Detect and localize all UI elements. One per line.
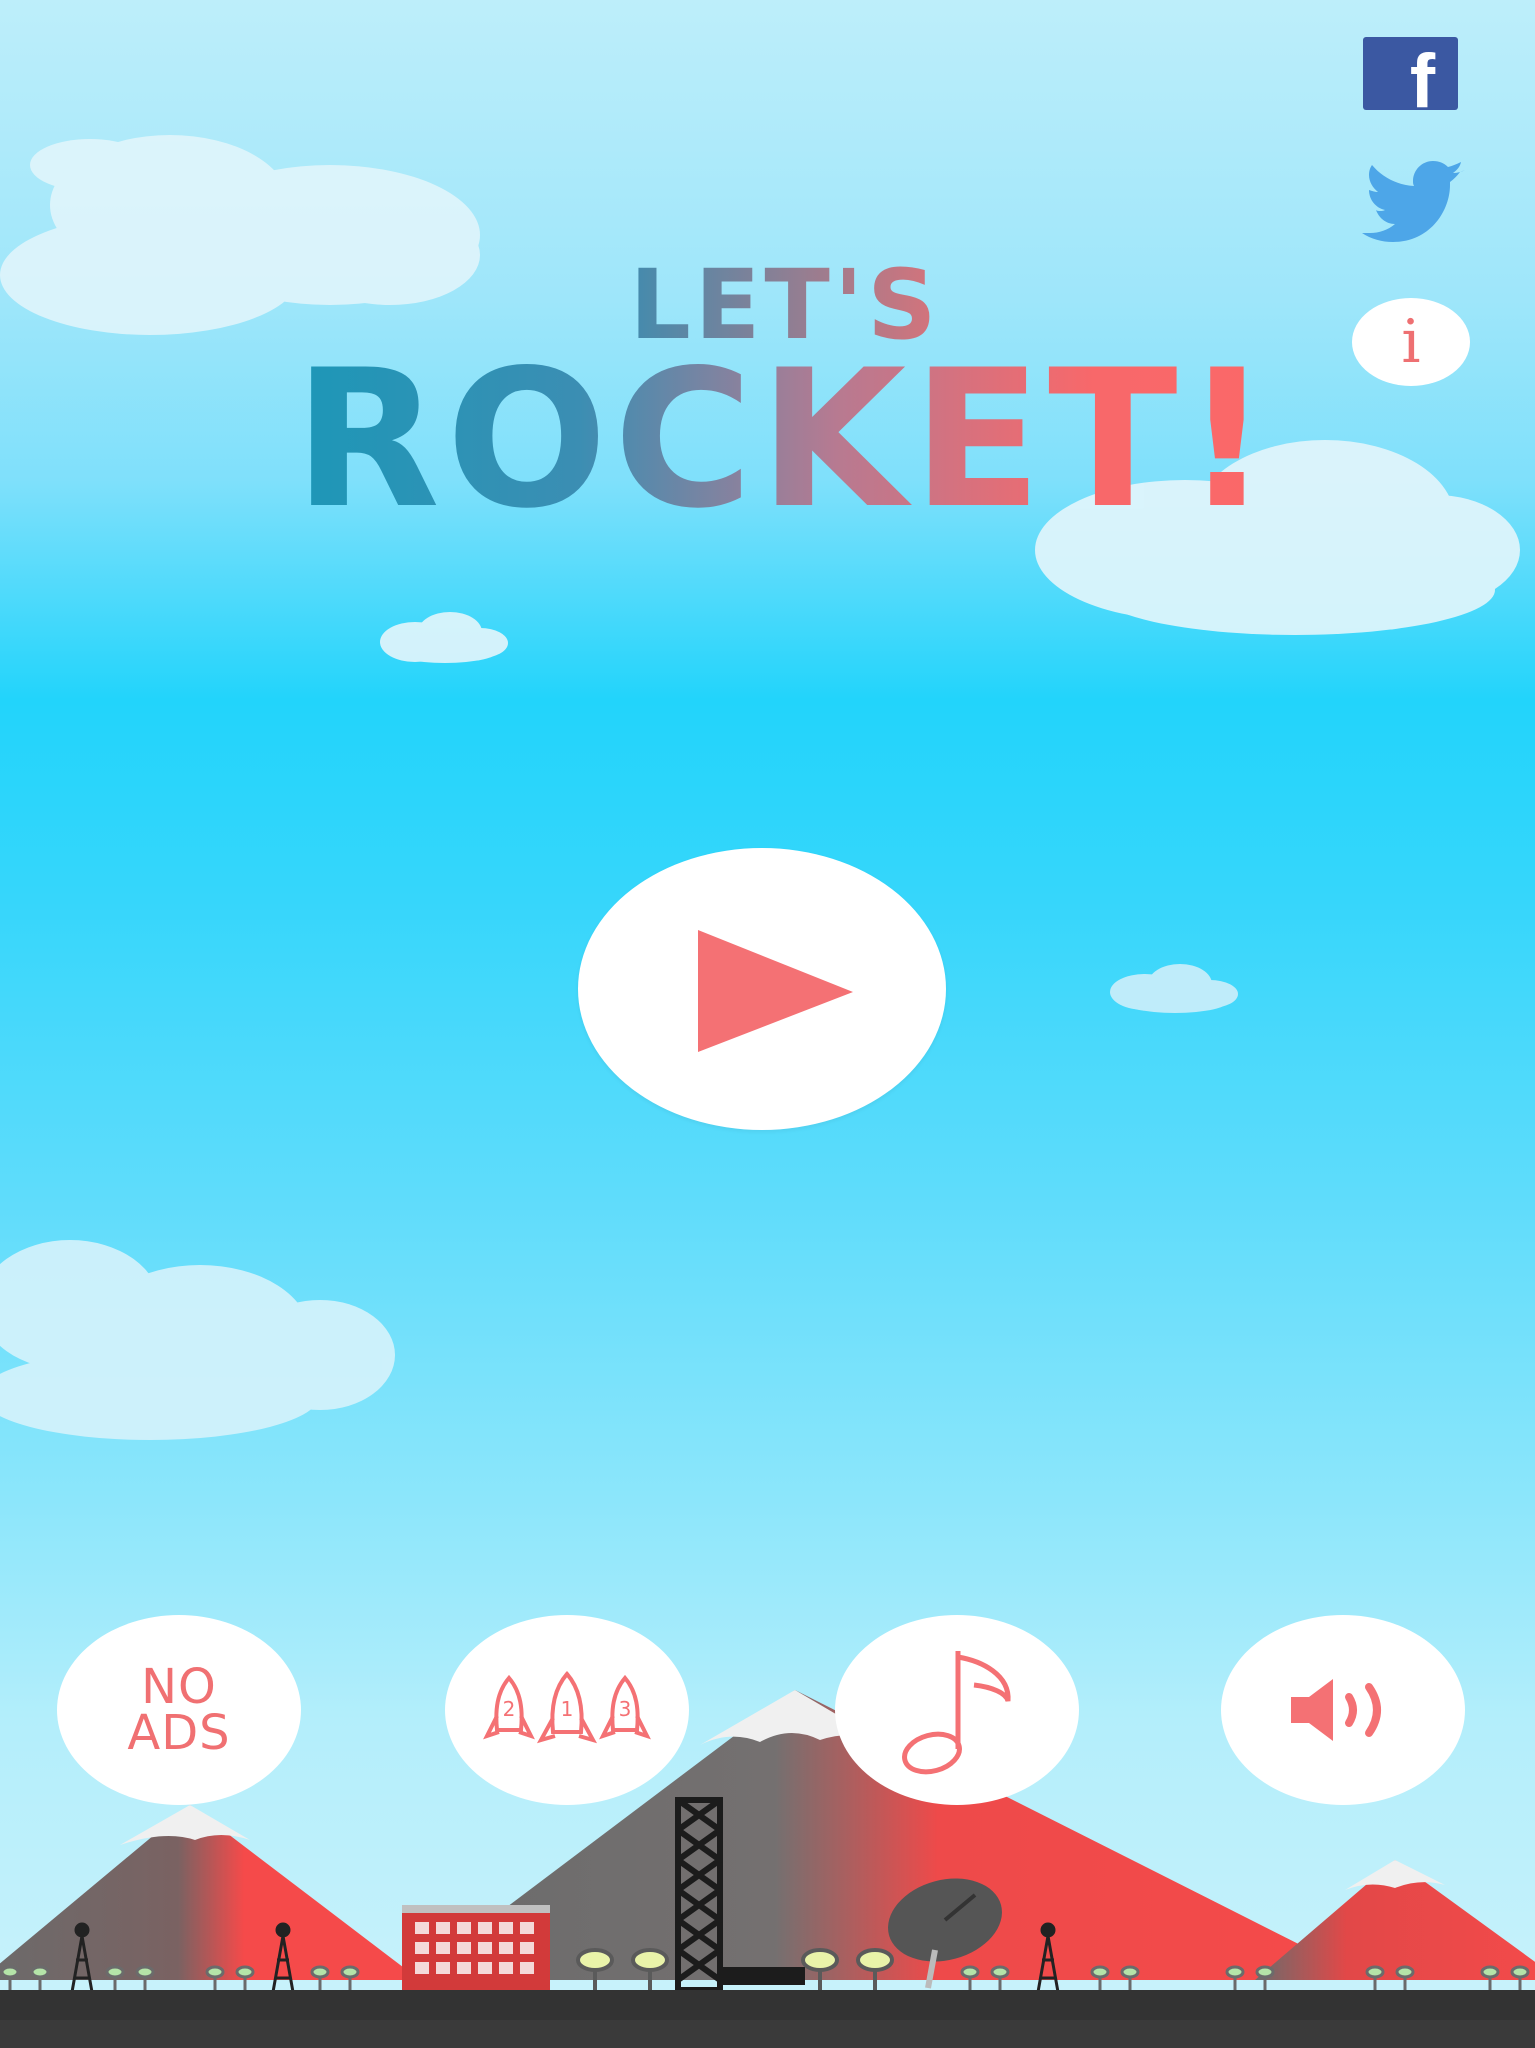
sound-button[interactable] bbox=[1221, 1615, 1465, 1805]
no-ads-button[interactable]: NO ADS bbox=[57, 1615, 301, 1805]
twitter-icon bbox=[1362, 161, 1465, 242]
no-ads-line1: NO bbox=[141, 1659, 217, 1715]
rockets-button[interactable]: 2 1 3 bbox=[445, 1615, 689, 1805]
facebook-button[interactable]: f bbox=[1363, 37, 1458, 124]
game-background: LET'S ROCKET! f i NO ADS 2 1 3 bbox=[0, 0, 1535, 2048]
facebook-icon: f bbox=[1409, 39, 1436, 124]
music-note-icon bbox=[902, 1651, 1011, 1775]
twitter-button[interactable] bbox=[1357, 160, 1467, 245]
cloud-small-2 bbox=[1110, 964, 1238, 1013]
cloud-small-1 bbox=[380, 612, 508, 663]
rockets-icon: 2 1 3 bbox=[483, 1670, 651, 1744]
info-icon: i bbox=[1401, 307, 1421, 377]
game-title: LET'S ROCKET! bbox=[270, 255, 1300, 535]
building bbox=[402, 1905, 550, 1990]
rocket-number-2: 2 bbox=[503, 1697, 516, 1721]
title-rocket: ROCKET! bbox=[270, 345, 1300, 535]
play-button[interactable] bbox=[578, 848, 946, 1130]
play-icon bbox=[698, 930, 853, 1052]
music-button[interactable] bbox=[835, 1615, 1079, 1805]
no-ads-label: NO ADS bbox=[127, 1659, 231, 1761]
cloud-mid-left bbox=[0, 1240, 395, 1440]
speaker-icon bbox=[1291, 1679, 1381, 1741]
rocket-number-3: 3 bbox=[619, 1697, 632, 1721]
no-ads-line2: ADS bbox=[127, 1705, 231, 1761]
rocket-number-1: 1 bbox=[561, 1697, 574, 1721]
info-button[interactable]: i bbox=[1352, 298, 1470, 386]
